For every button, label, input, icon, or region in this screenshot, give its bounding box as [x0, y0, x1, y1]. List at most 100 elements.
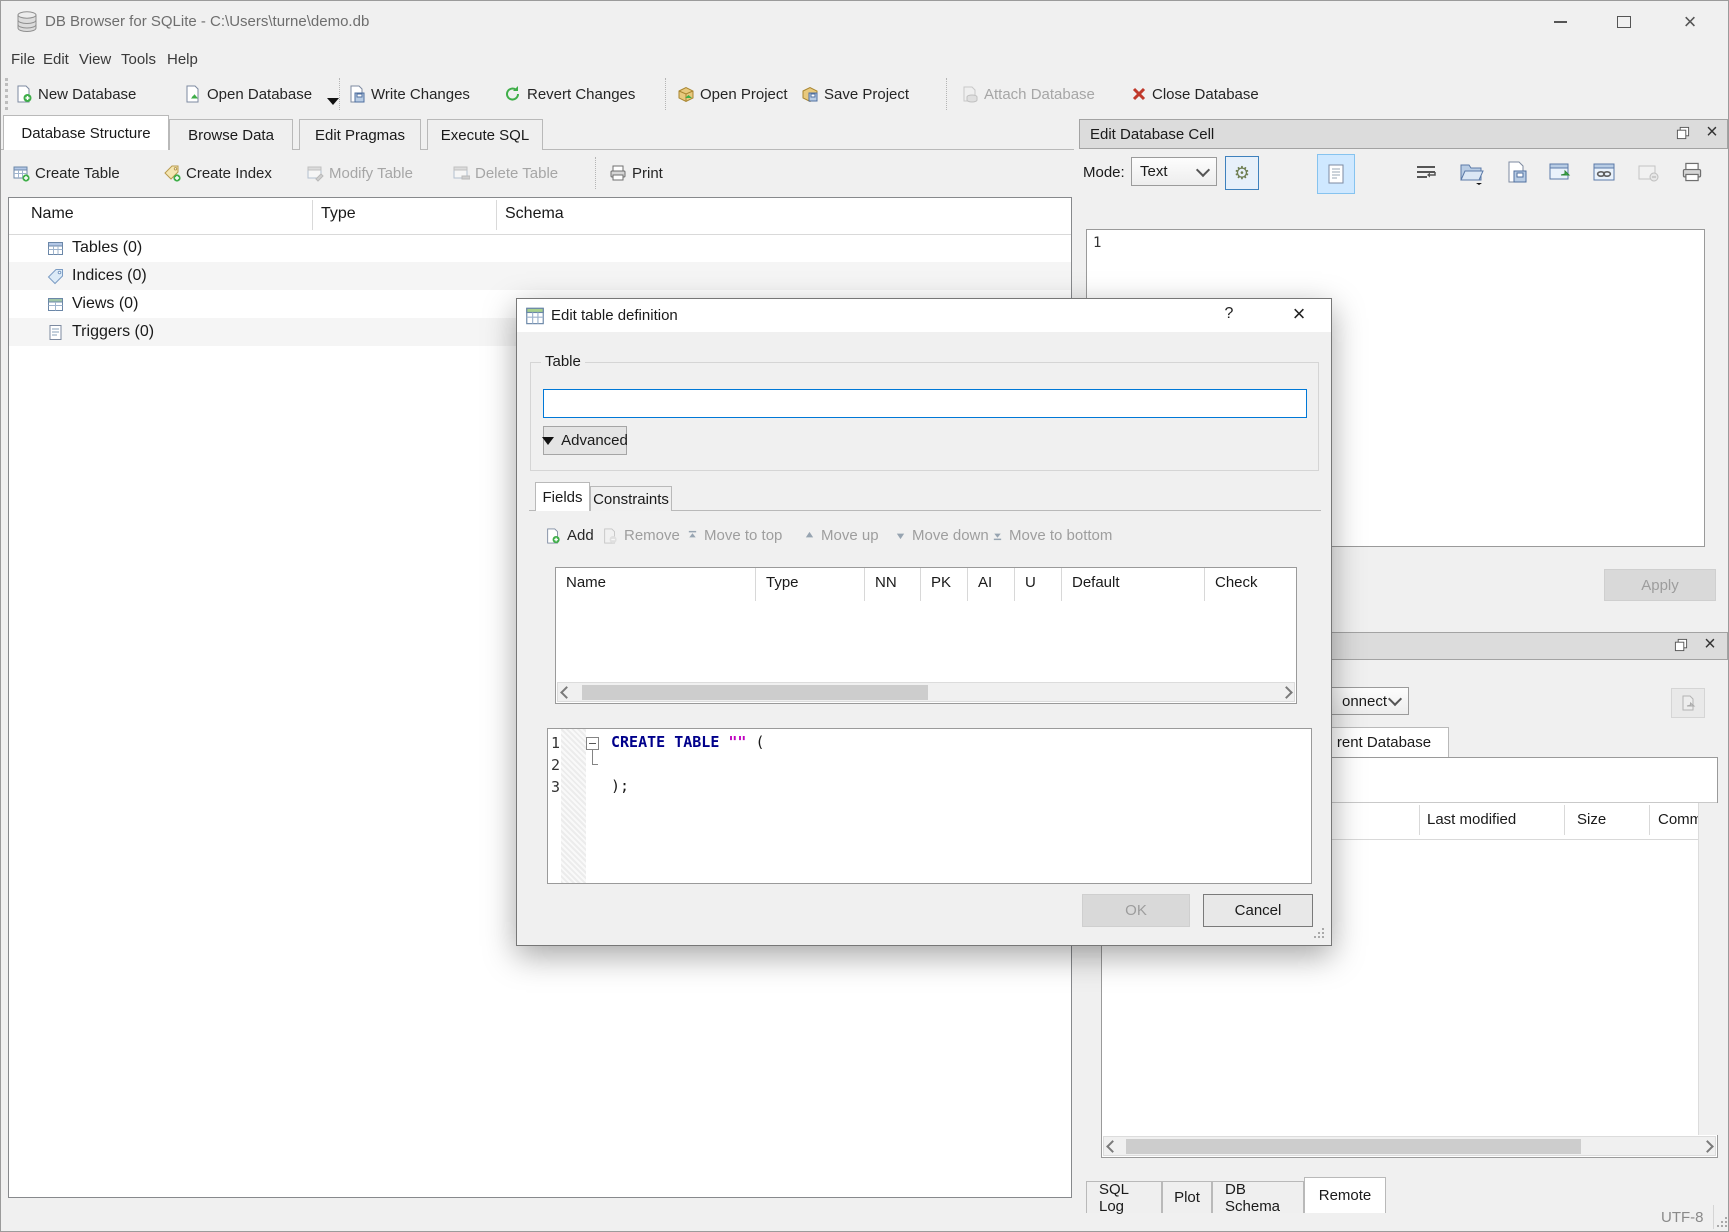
remote-header-divider[interactable]: [1564, 805, 1565, 835]
edit-cell-close-button[interactable]: ×: [1701, 122, 1723, 142]
remote-horizontal-scrollbar[interactable]: [1103, 1136, 1716, 1156]
scroll-left-arrow[interactable]: [561, 687, 571, 697]
grid-column-u[interactable]: U: [1015, 568, 1062, 601]
edit-cell-float-button[interactable]: [1672, 123, 1694, 143]
advanced-button[interactable]: Advanced: [543, 426, 627, 455]
modify-table-button[interactable]: Modify Table: [307, 153, 413, 193]
move-up-label: Move up: [821, 527, 879, 544]
grid-column-name[interactable]: Name: [556, 568, 756, 601]
menu-edit[interactable]: Edit: [37, 48, 75, 70]
tab-browse-data[interactable]: Browse Data: [169, 119, 293, 150]
attach-database-button[interactable]: Attach Database: [961, 76, 1095, 112]
move-down-button[interactable]: Move down: [895, 527, 989, 544]
tab-execute-sql[interactable]: Execute SQL: [427, 119, 543, 150]
menu-help[interactable]: Help: [161, 48, 204, 70]
ok-button[interactable]: OK: [1082, 894, 1190, 927]
push-database-button[interactable]: [1671, 688, 1705, 718]
menu-view[interactable]: View: [73, 48, 117, 70]
line-number-2: 2: [551, 756, 560, 774]
print-button[interactable]: Print: [609, 153, 663, 193]
close-window-button[interactable]: ×: [1667, 6, 1713, 38]
word-wrap-button[interactable]: [1415, 163, 1437, 188]
tree-column-schema[interactable]: Schema: [505, 205, 564, 223]
grid-scrollbar-thumb[interactable]: [582, 685, 928, 700]
tree-header-divider[interactable]: [312, 200, 313, 230]
write-changes-button[interactable]: Write Changes: [348, 76, 470, 112]
fields-grid-hscrollbar[interactable]: [557, 682, 1295, 702]
minimize-button[interactable]: [1537, 6, 1583, 38]
open-in-browser-button[interactable]: [1593, 163, 1617, 188]
move-to-bottom-button[interactable]: Move to bottom: [992, 527, 1112, 544]
remote-vertical-scrollbar[interactable]: [1698, 803, 1718, 1135]
set-null-button[interactable]: [1638, 165, 1660, 188]
menu-tools[interactable]: Tools: [115, 48, 162, 70]
export-cell-button[interactable]: [1506, 161, 1528, 188]
new-database-button[interactable]: New Database: [15, 76, 136, 112]
tree-row-tables[interactable]: Tables (0): [9, 234, 1071, 262]
tab-plot[interactable]: Plot: [1162, 1181, 1212, 1213]
move-to-top-button[interactable]: Move to top: [687, 527, 782, 544]
cancel-button[interactable]: Cancel: [1203, 894, 1313, 927]
remote-float-button[interactable]: [1670, 635, 1692, 655]
scroll-left-arrow[interactable]: [1107, 1141, 1117, 1151]
tab-remote[interactable]: Remote: [1304, 1177, 1386, 1213]
tab-db-schema[interactable]: DB Schema: [1212, 1181, 1304, 1213]
apply-button[interactable]: Apply: [1604, 569, 1716, 601]
fold-marker-icon[interactable]: [586, 737, 599, 750]
tab-sql-log[interactable]: SQL Log: [1086, 1181, 1162, 1213]
edit-cell-panel-titlebar[interactable]: Edit Database Cell: [1079, 119, 1728, 149]
grid-column-check[interactable]: Check: [1205, 568, 1296, 601]
apply-data-button[interactable]: [1549, 163, 1573, 188]
tree-column-name[interactable]: Name: [31, 205, 74, 223]
grid-column-nn[interactable]: NN: [865, 568, 921, 601]
create-index-button[interactable]: Create Index: [164, 153, 272, 193]
text-mode-button[interactable]: [1317, 154, 1355, 194]
open-database-button[interactable]: Open Database: [184, 76, 339, 112]
auto-detect-format-button[interactable]: ⚙: [1225, 156, 1259, 190]
delete-table-button[interactable]: Delete Table: [453, 153, 558, 193]
mode-select[interactable]: Text: [1131, 157, 1217, 186]
grid-column-default[interactable]: Default: [1062, 568, 1205, 601]
open-project-button[interactable]: Open Project: [677, 76, 788, 112]
dialog-help-button[interactable]: ?: [1217, 305, 1241, 327]
move-up-button[interactable]: Move up: [804, 527, 879, 544]
remote-scrollbar-thumb[interactable]: [1126, 1139, 1581, 1154]
print-cell-button[interactable]: [1681, 161, 1703, 188]
grid-column-ai[interactable]: AI: [968, 568, 1015, 601]
import-cell-button[interactable]: [1459, 161, 1485, 190]
tree-header-divider[interactable]: [496, 200, 497, 230]
remote-header-divider[interactable]: [1649, 805, 1650, 835]
remote-column-commit[interactable]: Comm: [1658, 811, 1702, 828]
remote-close-button[interactable]: ×: [1699, 634, 1721, 654]
window-resize-grip[interactable]: [1717, 1217, 1728, 1228]
tab-constraints[interactable]: Constraints: [590, 486, 672, 511]
save-project-button[interactable]: Save Project: [801, 76, 909, 112]
remote-column-size[interactable]: Size: [1577, 811, 1606, 828]
grid-column-type[interactable]: Type: [756, 568, 865, 601]
maximize-button[interactable]: [1601, 6, 1647, 38]
remote-header-divider[interactable]: [1419, 805, 1420, 835]
grid-column-pk[interactable]: PK: [921, 568, 968, 601]
toolbar-handle[interactable]: [5, 78, 11, 110]
open-database-dropdown-icon[interactable]: [327, 98, 339, 105]
tab-fields[interactable]: Fields: [535, 482, 590, 511]
remove-field-button[interactable]: Remove: [602, 527, 680, 544]
dialog-titlebar[interactable]: Edit table definition ? ×: [517, 299, 1331, 332]
revert-changes-button[interactable]: Revert Changes: [504, 76, 635, 112]
create-table-button[interactable]: Create Table: [13, 153, 120, 193]
scroll-right-arrow[interactable]: [1702, 1141, 1712, 1151]
dialog-close-button[interactable]: ×: [1285, 301, 1313, 327]
remote-column-last-modified[interactable]: Last modified: [1427, 811, 1516, 828]
dialog-resize-grip[interactable]: [1314, 928, 1325, 939]
add-field-button[interactable]: Add: [545, 527, 594, 544]
tab-database-structure[interactable]: Database Structure: [3, 115, 169, 150]
menu-file[interactable]: File: [5, 48, 41, 70]
print-icon: [609, 164, 627, 182]
tree-row-indices[interactable]: Indices (0): [9, 262, 1071, 290]
scroll-right-arrow[interactable]: [1281, 687, 1291, 697]
close-database-button[interactable]: Close Database: [1131, 76, 1259, 112]
tree-column-type[interactable]: Type: [321, 205, 356, 223]
table-name-input[interactable]: [543, 389, 1307, 418]
status-encoding[interactable]: UTF-8: [1661, 1209, 1704, 1226]
tab-edit-pragmas[interactable]: Edit Pragmas: [299, 119, 421, 150]
